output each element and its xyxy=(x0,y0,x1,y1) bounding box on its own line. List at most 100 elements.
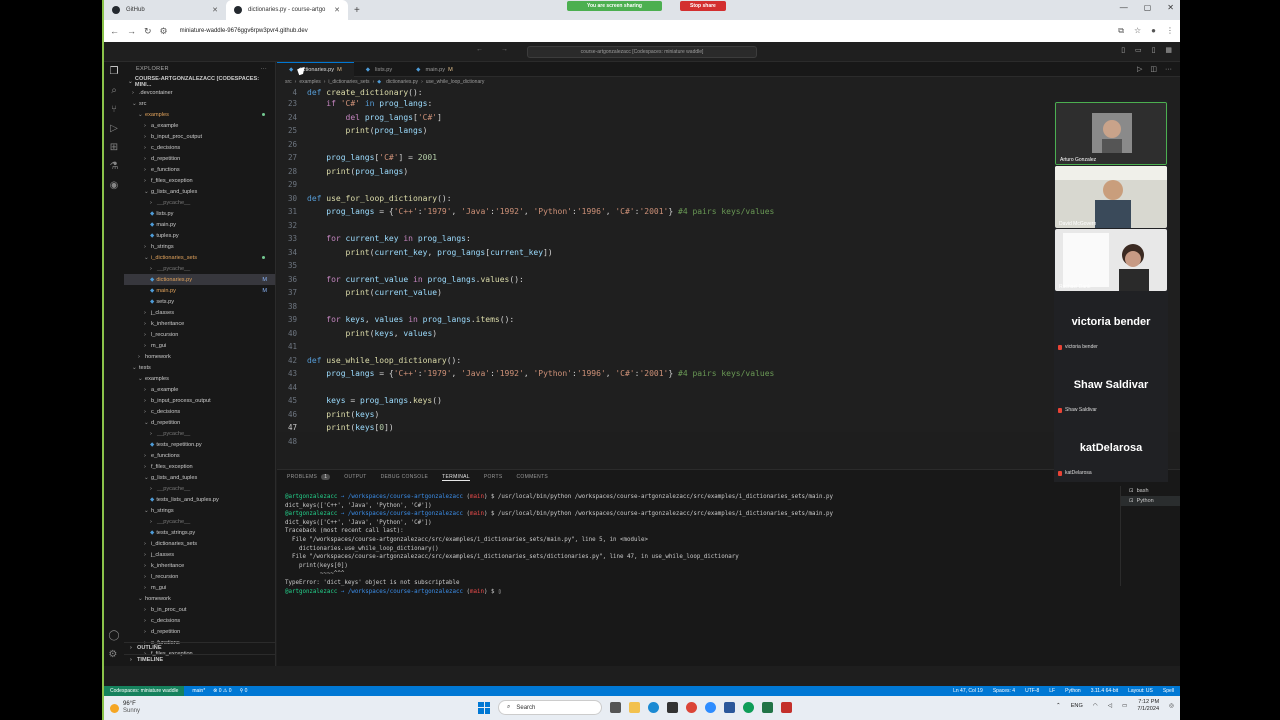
tree-folder[interactable]: ⌄ src xyxy=(124,98,275,109)
excel-icon[interactable] xyxy=(762,702,773,713)
tree-folder[interactable]: ⌄ examples xyxy=(124,373,275,384)
tree-folder[interactable]: › e_functions xyxy=(124,450,275,461)
history-nav-icons[interactable]: ← → xyxy=(476,46,516,53)
manage-gear-icon[interactable]: ⚙ xyxy=(108,649,119,660)
close-icon[interactable]: ✕ xyxy=(334,6,340,14)
battery-icon[interactable]: ▭ xyxy=(1122,703,1127,709)
terminal-item-bash[interactable]: ⊡ bash xyxy=(1121,486,1180,496)
tree-file[interactable]: ◆ dictionaries.py M xyxy=(124,274,275,285)
tree-folder[interactable]: › d_repetition xyxy=(124,153,275,164)
code-line[interactable]: 44 xyxy=(277,381,1180,395)
status-item[interactable]: Python xyxy=(1065,688,1081,694)
tree-folder[interactable]: › h_strings xyxy=(124,241,275,252)
menu-icon[interactable]: ⋮ xyxy=(1166,26,1174,36)
volume-icon[interactable]: ◁ xyxy=(1108,703,1112,709)
breadcrumb-item[interactable]: dictionaries.py xyxy=(386,79,418,85)
code-line[interactable]: 25 print(prog_langs) xyxy=(277,124,1180,138)
status-item[interactable]: Layout: US xyxy=(1128,688,1153,694)
code-line[interactable]: 39 for keys, values in prog_langs.items(… xyxy=(277,313,1180,327)
video-tile[interactable]: Arturo Gonzalez xyxy=(1055,102,1167,165)
reload-icon[interactable]: ↻ xyxy=(144,26,152,37)
breadcrumb-item[interactable]: i_dictionaries_sets xyxy=(328,79,369,85)
timeline-section[interactable]: › TIMELINE xyxy=(124,654,275,665)
tree-folder[interactable]: ⌄ tests xyxy=(124,362,275,373)
tree-file[interactable]: ◆ sets.py xyxy=(124,296,275,307)
stop-share-button[interactable]: Stop share xyxy=(680,1,726,11)
run-python-icon[interactable]: ▷ xyxy=(1137,65,1142,73)
tree-folder[interactable]: › f_files_exception xyxy=(124,461,275,472)
account-icon[interactable]: ◯ xyxy=(108,630,119,641)
task-view-icon[interactable] xyxy=(610,702,621,713)
status-item[interactable]: LF xyxy=(1049,688,1055,694)
outline-section[interactable]: › OUTLINE xyxy=(124,642,275,653)
editor-tab-lists[interactable]: ◆ lists.py xyxy=(354,62,404,77)
tree-folder[interactable]: ⌄ g_lists_and_tuples xyxy=(124,186,275,197)
search-icon[interactable]: ⌕ xyxy=(111,85,117,96)
tree-folder[interactable]: ⌄ h_strings xyxy=(124,505,275,516)
tree-folder[interactable]: › __pycache__ xyxy=(124,483,275,494)
code-line[interactable]: 42 def use_while_loop_dictionary(): xyxy=(277,354,1180,368)
tree-folder[interactable]: › k_inheritance xyxy=(124,560,275,571)
wifi-icon[interactable]: ◠ xyxy=(1093,703,1098,709)
file-explorer-icon[interactable] xyxy=(629,702,640,713)
tree-folder[interactable]: › j_classes xyxy=(124,307,275,318)
tree-folder[interactable]: › f_files_exception xyxy=(124,175,275,186)
tree-folder[interactable]: ⌄ d_repetition xyxy=(124,417,275,428)
tree-folder[interactable]: › c_decisions xyxy=(124,406,275,417)
participant-tile-name[interactable]: katDelarosa xyxy=(1054,442,1168,454)
explorer-icon[interactable]: ❐ xyxy=(110,66,119,77)
word-icon[interactable] xyxy=(724,702,735,713)
store-icon[interactable] xyxy=(667,702,678,713)
close-window-icon[interactable]: ✕ xyxy=(1167,3,1174,12)
minimize-icon[interactable]: — xyxy=(1120,3,1128,12)
code-line[interactable]: 40 print(keys, values) xyxy=(277,327,1180,341)
code-line[interactable]: 29 xyxy=(277,178,1180,192)
tree-file[interactable]: ◆ tuples.py xyxy=(124,230,275,241)
browser-tab-github[interactable]: GitHub ✕ xyxy=(104,0,226,20)
panel-tab-terminal[interactable]: TERMINAL xyxy=(442,474,470,481)
status-item[interactable]: UTF-8 xyxy=(1025,688,1039,694)
code-line[interactable]: 43 prog_langs = {'C++':'1979', 'Java':'1… xyxy=(277,367,1180,381)
clock[interactable]: 7:12 PM 7/1/2024 xyxy=(1137,699,1159,713)
ports-indicator[interactable]: ⚲ 0 xyxy=(240,688,248,694)
close-icon[interactable]: ✕ xyxy=(212,6,218,14)
tree-folder[interactable]: › m_gui xyxy=(124,340,275,351)
chrome-profile-icon[interactable] xyxy=(743,702,754,713)
tree-folder[interactable]: › l_recursion xyxy=(124,571,275,582)
tree-folder[interactable]: › __pycache__ xyxy=(124,197,275,208)
tree-folder[interactable]: › __pycache__ xyxy=(124,263,275,274)
code-line[interactable]: 33 for current_key in prog_langs: xyxy=(277,232,1180,246)
panel-tab-ports[interactable]: PORTS xyxy=(484,474,503,480)
forward-icon[interactable]: → xyxy=(127,26,136,36)
bookmark-star-icon[interactable]: ☆ xyxy=(1134,26,1141,36)
code-view[interactable]: 4 def create_dictionary(): 23 if 'C#' in… xyxy=(277,87,1180,448)
tree-folder[interactable]: › b_input_proc_output xyxy=(124,131,275,142)
code-line[interactable]: 48 xyxy=(277,435,1180,449)
code-line[interactable]: 41 xyxy=(277,340,1180,354)
chevron-up-icon[interactable]: ⌃ xyxy=(1056,703,1061,709)
terminal-item-python[interactable]: ⊡ Python xyxy=(1121,496,1180,506)
code-line[interactable]: 35 xyxy=(277,259,1180,273)
site-info-icon[interactable]: ⚙ xyxy=(160,26,168,37)
edge-icon[interactable] xyxy=(648,702,659,713)
copilot-icon[interactable]: ◉ xyxy=(110,180,119,191)
notifications-icon[interactable]: ◎ xyxy=(1169,703,1174,709)
maximize-icon[interactable]: ▢ xyxy=(1144,3,1152,12)
tree-file[interactable]: ◆ tests_strings.py xyxy=(124,527,275,538)
tree-folder[interactable]: ⌄ i_dictionaries_sets xyxy=(124,252,275,263)
testing-icon[interactable]: ⚗ xyxy=(110,161,119,172)
more-actions-icon[interactable]: ··· xyxy=(1165,66,1172,73)
sticky-scroll-line[interactable]: 4 def create_dictionary(): xyxy=(277,87,1180,97)
remote-indicator[interactable]: Codespaces: miniature waddle xyxy=(104,686,185,696)
status-item[interactable]: Spaces: 4 xyxy=(993,688,1015,694)
lang-indicator[interactable]: ENG xyxy=(1071,703,1083,709)
run-debug-icon[interactable]: ▷ xyxy=(110,123,118,134)
weather-widget[interactable]: 96°F Sunny xyxy=(104,701,224,715)
breadcrumb-item[interactable]: examples xyxy=(299,79,320,85)
code-line[interactable]: 26 xyxy=(277,138,1180,152)
editor-tab-dictionaries[interactable]: ◆ dictionaries.py M xyxy=(277,62,354,77)
code-line[interactable]: 36 for current_value in prog_langs.value… xyxy=(277,273,1180,287)
panel-tab-output[interactable]: OUTPUT xyxy=(344,474,366,480)
tree-folder[interactable]: › j_classes xyxy=(124,549,275,560)
command-center[interactable]: course-artgonzalezacc [Codespaces: minia… xyxy=(527,45,757,58)
